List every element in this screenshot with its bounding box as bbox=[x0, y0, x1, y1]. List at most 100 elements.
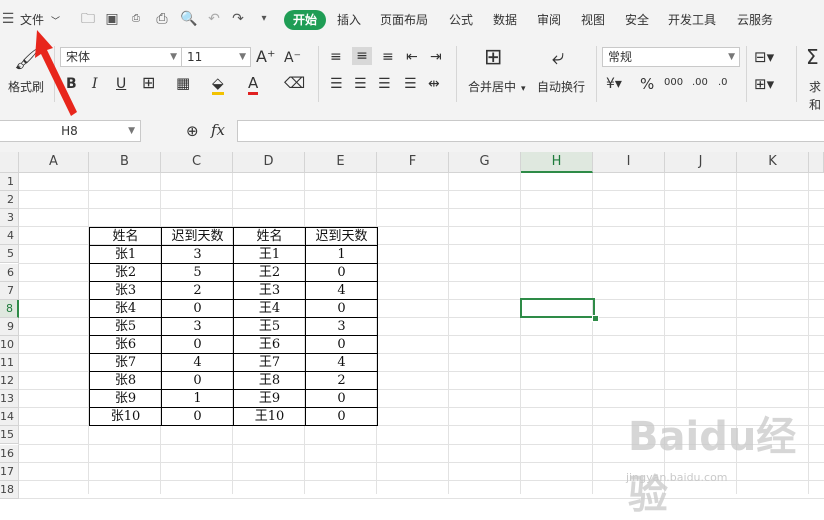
table-cell[interactable]: 张9 bbox=[89, 389, 162, 408]
tab-formulas[interactable]: 公式 bbox=[449, 11, 473, 28]
table-cell[interactable]: 张1 bbox=[89, 245, 162, 264]
table-cell[interactable]: 张4 bbox=[89, 299, 162, 318]
table-cell[interactable]: 张5 bbox=[89, 317, 162, 336]
row-header-7[interactable]: 7 bbox=[0, 281, 19, 300]
column-header-a[interactable]: A bbox=[19, 152, 89, 173]
table-cell[interactable]: 王1 bbox=[233, 245, 306, 264]
table-cell[interactable]: 张10 bbox=[89, 407, 162, 426]
sum-icon[interactable]: Σ bbox=[806, 47, 819, 67]
table-style-icon[interactable]: ⊞▾ bbox=[754, 75, 774, 93]
table-cell[interactable]: 迟到天数 bbox=[161, 227, 234, 246]
align-bottom-icon[interactable]: ≡ bbox=[382, 48, 394, 66]
column-header-h[interactable]: H bbox=[521, 152, 593, 173]
merge-center-icon[interactable]: ⊞ bbox=[484, 47, 502, 69]
wrap-text-icon[interactable]: ⤶ bbox=[552, 47, 564, 69]
align-middle-icon[interactable]: ≡ bbox=[352, 47, 372, 65]
table-cell[interactable]: 张7 bbox=[89, 353, 162, 372]
sum-label[interactable]: 求和 bbox=[806, 78, 824, 114]
print-icon[interactable]: ⎙ bbox=[154, 11, 170, 27]
table-cell[interactable]: 王7 bbox=[233, 353, 306, 372]
underline-icon[interactable]: U bbox=[116, 75, 126, 93]
row-header-9[interactable]: 9 bbox=[0, 317, 19, 336]
name-box[interactable]: H8 ▼ bbox=[0, 120, 141, 142]
table-cell[interactable]: 王10 bbox=[233, 407, 306, 426]
tab-developer[interactable]: 开发工具 bbox=[668, 11, 716, 28]
table-cell[interactable]: 张6 bbox=[89, 335, 162, 354]
row-header-14[interactable]: 14 bbox=[0, 408, 19, 427]
table-cell[interactable]: 3 bbox=[161, 317, 234, 336]
table-cell[interactable]: 张3 bbox=[89, 281, 162, 300]
increase-decimal-icon[interactable]: .00 bbox=[692, 74, 708, 92]
tab-insert[interactable]: 插入 bbox=[337, 11, 361, 28]
column-header-f[interactable]: F bbox=[377, 152, 449, 173]
table-cell[interactable]: 0 bbox=[161, 335, 234, 354]
file-menu[interactable]: 文件 bbox=[20, 11, 44, 28]
table-cell[interactable]: 王8 bbox=[233, 371, 306, 390]
print-preview-icon[interactable]: 🔍 bbox=[180, 11, 197, 27]
row-header-18[interactable]: 18 bbox=[0, 480, 19, 499]
table-cell[interactable]: 0 bbox=[305, 263, 378, 282]
font-size-select[interactable]: 11 ▼ bbox=[181, 47, 251, 67]
table-cell[interactable]: 3 bbox=[305, 317, 378, 336]
selected-cell-h8[interactable] bbox=[520, 298, 595, 318]
table-cell[interactable]: 2 bbox=[161, 281, 234, 300]
borders-icon[interactable]: ⊞ bbox=[142, 74, 155, 92]
file-dropdown-icon[interactable]: ﹀ bbox=[51, 14, 60, 27]
row-header-6[interactable]: 6 bbox=[0, 263, 19, 282]
table-cell[interactable]: 王9 bbox=[233, 389, 306, 408]
column-header-k[interactable]: K bbox=[737, 152, 809, 173]
decrease-indent-icon[interactable]: ⇤ bbox=[406, 48, 418, 66]
formula-input[interactable] bbox=[237, 120, 824, 142]
zoom-search-icon[interactable]: ⊕ bbox=[186, 122, 199, 140]
tab-view[interactable]: 视图 bbox=[581, 11, 605, 28]
table-cell[interactable]: 4 bbox=[305, 353, 378, 372]
table-cell[interactable]: 王5 bbox=[233, 317, 306, 336]
row-header-15[interactable]: 15 bbox=[0, 426, 19, 445]
table-cell[interactable]: 4 bbox=[161, 353, 234, 372]
align-center-icon[interactable]: ☰ bbox=[354, 75, 367, 93]
percent-icon[interactable]: % bbox=[640, 75, 654, 93]
tab-security[interactable]: 安全 bbox=[625, 11, 649, 28]
font-color-icon[interactable]: A bbox=[248, 74, 259, 95]
row-header-11[interactable]: 11 bbox=[0, 354, 19, 372]
cell-style-icon[interactable]: ▦ bbox=[176, 74, 190, 92]
table-cell[interactable]: 0 bbox=[305, 407, 378, 426]
redo-icon[interactable]: ↷ bbox=[230, 11, 246, 27]
table-cell[interactable]: 0 bbox=[305, 335, 378, 354]
row-header-17[interactable]: 17 bbox=[0, 462, 19, 481]
column-header-g[interactable]: G bbox=[449, 152, 521, 173]
increase-indent-icon[interactable]: ⇥ bbox=[430, 48, 442, 66]
decrease-decimal-icon[interactable]: .0 bbox=[718, 74, 728, 92]
column-header-j[interactable]: J bbox=[665, 152, 737, 173]
row-header-2[interactable]: 2 bbox=[0, 191, 19, 210]
row-header-8[interactable]: 8 bbox=[0, 299, 19, 318]
fill-color-icon[interactable]: ⬙ bbox=[212, 74, 224, 95]
table-cell[interactable]: 王4 bbox=[233, 299, 306, 318]
table-cell[interactable]: 3 bbox=[161, 245, 234, 264]
open-folder-icon[interactable]: 🗀 bbox=[80, 11, 96, 27]
table-cell[interactable]: 姓名 bbox=[89, 227, 162, 246]
column-header-b[interactable]: B bbox=[89, 152, 161, 173]
export-pdf-icon[interactable]: ⎙ bbox=[128, 11, 144, 27]
chevron-down-icon[interactable]: ▾ bbox=[521, 80, 526, 98]
row-header-10[interactable]: 10 bbox=[0, 335, 19, 354]
fill-handle[interactable] bbox=[592, 315, 599, 322]
table-cell[interactable]: 王2 bbox=[233, 263, 306, 282]
row-header-1[interactable]: 1 bbox=[0, 173, 19, 191]
increase-font-icon[interactable]: A⁺ bbox=[256, 48, 275, 66]
hamburger-menu-icon[interactable]: ☰ bbox=[0, 11, 16, 27]
column-header-c[interactable]: C bbox=[161, 152, 233, 173]
tab-page-layout[interactable]: 页面布局 bbox=[380, 11, 428, 28]
clear-format-icon[interactable]: ⌫ bbox=[284, 74, 305, 92]
justify-icon[interactable]: ☰ bbox=[404, 75, 417, 93]
table-cell[interactable]: 1 bbox=[161, 389, 234, 408]
table-cell[interactable]: 张8 bbox=[89, 371, 162, 390]
decrease-font-icon[interactable]: A⁻ bbox=[284, 49, 301, 67]
row-header-5[interactable]: 5 bbox=[0, 245, 19, 264]
merge-center-label[interactable]: 合并居中 bbox=[468, 78, 516, 96]
row-header-12[interactable]: 12 bbox=[0, 372, 19, 391]
distributed-align-icon[interactable]: ⇹ bbox=[428, 75, 440, 93]
wrap-text-label[interactable]: 自动换行 bbox=[537, 78, 585, 96]
tab-review[interactable]: 审阅 bbox=[537, 11, 561, 28]
row-header-13[interactable]: 13 bbox=[0, 390, 19, 409]
